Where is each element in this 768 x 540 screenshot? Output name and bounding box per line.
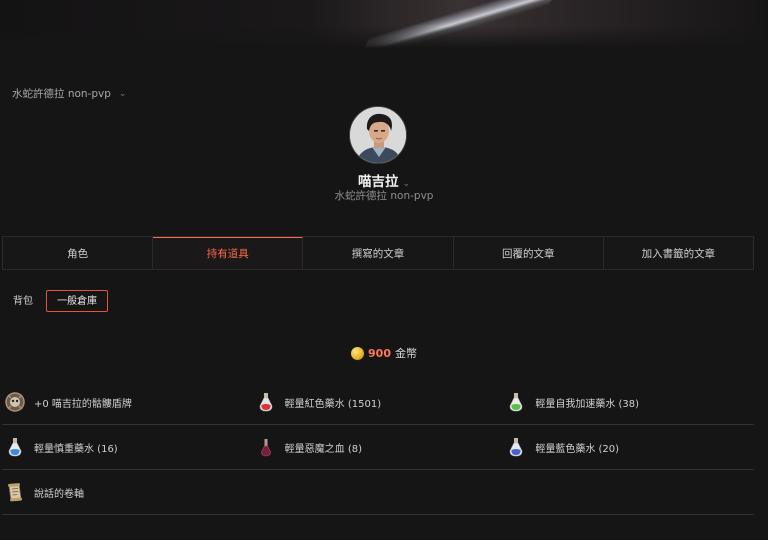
tab-written-posts[interactable]: 撰寫的文章: [303, 237, 454, 269]
skull-shield-icon: [4, 391, 26, 413]
server-selector-label: 水蛇許德拉 non-pvp: [12, 88, 111, 100]
devil-blood-icon: [255, 436, 277, 458]
list-item[interactable]: 輕量自我加速藥水 (38): [503, 380, 754, 424]
subtab-general-warehouse[interactable]: 一般倉庫: [46, 290, 108, 312]
tab-items[interactable]: 持有道具: [153, 237, 304, 269]
subtab-inventory[interactable]: 背包: [4, 290, 42, 312]
item-row: 說話的卷軸: [2, 470, 754, 515]
coin-icon: [351, 346, 365, 360]
list-item[interactable]: 輕量藍色藥水 (20): [503, 425, 754, 469]
blue-potion-icon: [505, 436, 527, 458]
scroll-icon: [4, 481, 26, 503]
tab-character[interactable]: 角色: [3, 237, 154, 269]
green-potion-icon: [505, 391, 527, 413]
profile-name[interactable]: 喵吉拉 ⌄: [0, 170, 768, 190]
item-name: 輕量紅色藥水 (1501): [284, 398, 382, 410]
blue-potion-icon: [4, 436, 26, 458]
gold-unit: 金幣: [394, 347, 417, 360]
list-item[interactable]: 輕量紅色藥水 (1501): [253, 380, 504, 424]
list-item[interactable]: 輕量惡魔之血 (8): [253, 425, 504, 469]
item-name: 輕量慎重藥水 (16): [34, 443, 118, 455]
list-item[interactable]: 說話的卷軸: [2, 470, 253, 514]
gold-amount: 900: [368, 346, 391, 360]
gold-display: 900 金幣: [0, 345, 768, 361]
list-item[interactable]: 輕量慎重藥水 (16): [2, 425, 253, 469]
profile-tabs: 角色 持有道具 撰寫的文章 回覆的文章 加入書籤的文章: [2, 236, 754, 270]
item-list: +0 喵吉拉的骷髏盾牌 輕量紅色藥水 (1501) 輕量自我加速藥水 (38) …: [2, 380, 754, 515]
avatar: [349, 106, 407, 164]
item-name: 說話的卷軸: [34, 488, 84, 500]
server-selector[interactable]: 水蛇許德拉 non-pvp ⌄: [12, 86, 126, 101]
tab-replied-posts[interactable]: 回覆的文章: [453, 237, 604, 269]
list-item[interactable]: +0 喵吉拉的骷髏盾牌: [2, 380, 253, 424]
chevron-down-icon: ⌄: [118, 88, 127, 99]
item-row: +0 喵吉拉的骷髏盾牌 輕量紅色藥水 (1501) 輕量自我加速藥水 (38): [2, 380, 754, 425]
storage-subtabs: 背包 一般倉庫: [4, 290, 108, 312]
item-name: 輕量惡魔之血 (8): [284, 443, 363, 455]
item-name: 輕量自我加速藥水 (38): [535, 398, 640, 410]
header-banner: [0, 0, 768, 48]
tab-bookmarked-posts[interactable]: 加入書籤的文章: [603, 237, 754, 269]
item-name: 輕量藍色藥水 (20): [535, 443, 620, 455]
red-potion-icon: [255, 391, 277, 413]
item-name: +0 喵吉拉的骷髏盾牌: [34, 398, 132, 410]
profile-server: 水蛇許德拉 non-pvp: [334, 190, 434, 202]
item-row: 輕量慎重藥水 (16) 輕量惡魔之血 (8) 輕量藍色藥水 (20): [2, 425, 754, 470]
